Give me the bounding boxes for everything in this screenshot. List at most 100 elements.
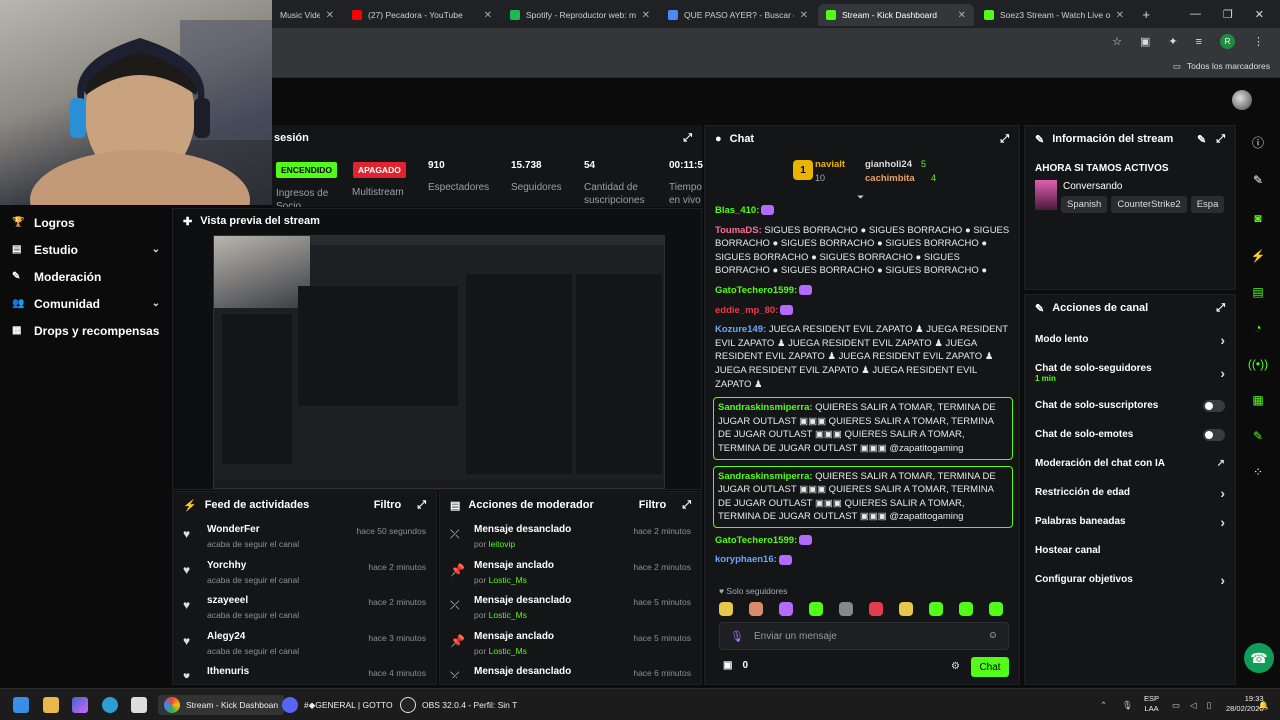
channel-action[interactable]: Configurar objetivos ›: [1025, 565, 1235, 594]
chat-message[interactable]: Blas_410:: [705, 204, 1021, 218]
channel-action[interactable]: Chat de solo-emotes: [1025, 420, 1235, 449]
leader-2-name[interactable]: gianholi24: [865, 159, 912, 170]
puzzle-icon[interactable]: ✦: [1168, 35, 1177, 48]
file-explorer-icon[interactable]: [43, 697, 59, 713]
send-chat-button[interactable]: Chat: [971, 657, 1009, 677]
windows-start-icon[interactable]: [13, 697, 29, 713]
mod-action-item[interactable]: 📌 Mensaje anclado por Lostic_Ms hace 5 minu…: [440, 631, 701, 667]
mod-action-item[interactable]: ⤫ Mensaje desanclado hace 6 minutos: [440, 666, 701, 678]
collapse-icon[interactable]: ⏷: [857, 192, 864, 203]
chat-message[interactable]: GatoTechero1599:: [705, 284, 1021, 298]
channel-action[interactable]: Hostear canal: [1025, 536, 1235, 565]
expand-icon[interactable]: ⤢: [682, 499, 691, 512]
nav-item[interactable]: 🏆 Logros: [0, 209, 172, 236]
expand-icon[interactable]: ⤢: [1216, 302, 1225, 315]
copilot-icon[interactable]: [72, 697, 88, 713]
expand-icon[interactable]: ⤢: [1000, 133, 1009, 146]
chat-message[interactable]: Kozure149: JUEGA RESIDENT EVIL ZAPATO ♟ …: [705, 323, 1021, 391]
feed-item[interactable]: ♥ Yorchhy acaba de seguir el canal hace 2 m…: [173, 560, 436, 596]
nav-item[interactable]: 👥 Comunidad ⌄: [0, 290, 172, 317]
stream-tag[interactable]: CounterStrike2: [1111, 196, 1187, 213]
chat-username[interactable]: koryphaen16:: [715, 554, 777, 565]
emote-icon[interactable]: [839, 602, 853, 616]
chat-username[interactable]: ToumaDS:: [715, 225, 762, 236]
emote-icon[interactable]: [989, 602, 1003, 616]
chat-username[interactable]: Kozure149:: [715, 324, 766, 335]
feed-item[interactable]: ♥ Ithenuris hace 4 minutos: [173, 666, 436, 678]
info-icon[interactable]: ⓘ: [1238, 127, 1278, 157]
multistream-off-badge[interactable]: APAGADO: [353, 162, 406, 178]
channel-action[interactable]: Restricción de edad ›: [1025, 478, 1235, 507]
grid-icon[interactable]: ▦: [1238, 385, 1278, 415]
avatar[interactable]: R: [1220, 34, 1235, 49]
list-icon[interactable]: ▤: [1238, 277, 1278, 307]
mic-tray-icon[interactable]: 🎙: [1122, 695, 1133, 715]
channel-action[interactable]: Modo lento ›: [1025, 325, 1235, 354]
edit-icon[interactable]: ✎: [1197, 133, 1206, 146]
minimize-icon[interactable]: —: [1190, 8, 1201, 20]
language-indicator[interactable]: ESP LAA: [1144, 694, 1159, 714]
tab-close-icon[interactable]: ✕: [958, 10, 966, 21]
broadcast-icon[interactable]: ((•)): [1238, 349, 1278, 379]
emote-icon[interactable]: [869, 602, 883, 616]
maximize-icon[interactable]: ❐: [1223, 8, 1233, 21]
emote-icon[interactable]: [959, 602, 973, 616]
mod-user[interactable]: Lostic_Ms: [489, 610, 527, 620]
menu-icon[interactable]: ⋮: [1253, 35, 1264, 48]
emote-icon[interactable]: [779, 602, 793, 616]
taskbar-chrome[interactable]: Stream - Kick Dashboan: [158, 695, 285, 715]
chat-username[interactable]: GatoTechero1599:: [715, 535, 797, 546]
nav-item[interactable]: ▤ Estudio ⌄: [0, 236, 172, 263]
mod-user[interactable]: Lostic_Ms: [489, 575, 527, 585]
mod-action-item[interactable]: ⤫ Mensaje desanclado por leitovip hace 2 mi…: [440, 524, 701, 560]
nav-item[interactable]: ✎ Moderación: [0, 263, 172, 290]
feed-filter-button[interactable]: Filtro: [374, 499, 402, 511]
leader-3-name[interactable]: cachimbita: [865, 173, 915, 184]
pencil-icon[interactable]: ✎: [1238, 165, 1278, 195]
emote-icon[interactable]: [809, 602, 823, 616]
notification-icon[interactable]: 🔔: [1258, 695, 1269, 715]
tab-close-icon[interactable]: ✕: [326, 10, 334, 21]
tab-close-icon[interactable]: ✕: [800, 10, 808, 21]
taskbar-discord[interactable]: #◆GENERAL | GOTTO: [282, 695, 393, 715]
nav-item[interactable]: ▦ Drops y recompensas: [0, 317, 172, 344]
browser-tab[interactable]: Stream - Kick Dashboard ✕: [818, 4, 974, 26]
expand-icon[interactable]: ⤢: [417, 499, 426, 512]
expand-icon[interactable]: ⤢: [1216, 133, 1225, 146]
user-avatar[interactable]: [1232, 90, 1252, 110]
chat-message[interactable]: GatoTechero1599:: [705, 534, 1021, 548]
chat-username[interactable]: Blas_410:: [715, 205, 759, 216]
toggle-switch[interactable]: [1203, 399, 1225, 412]
channel-action[interactable]: Palabras baneadas ›: [1025, 507, 1235, 536]
new-tab-button[interactable]: +: [1142, 7, 1150, 22]
mod-user[interactable]: leitovip: [489, 539, 515, 549]
browser-tab[interactable]: Spotify - Reproductor web: mú ✕: [502, 4, 658, 26]
feed-item[interactable]: ♥ szayeeel acaba de seguir el canal hace 2 …: [173, 595, 436, 631]
channel-action[interactable]: Moderación del chat con IA ↗: [1025, 449, 1235, 478]
tab-close-icon[interactable]: ✕: [642, 10, 650, 21]
browser-tab[interactable]: (27) Pecadora - YouTube ✕: [344, 4, 500, 26]
chat-message[interactable]: eddie_mp_80:: [705, 304, 1021, 318]
mod-action-item[interactable]: 📌 Mensaje anclado por Lostic_Ms hace 2 minu…: [440, 560, 701, 596]
chat-username[interactable]: Sandraskinsmiperra:: [718, 402, 813, 413]
edge-icon[interactable]: [102, 697, 118, 713]
chat-message[interactable]: Sandraskinsmiperra: QUIERES SALIR A TOMA…: [713, 465, 1013, 528]
feed-item[interactable]: ♥ WonderFer acaba de seguir el canal hace 5…: [173, 524, 436, 560]
toggle-switch[interactable]: [1203, 428, 1225, 441]
browser-tab[interactable]: Soez3 Stream - Watch Live on ✕: [976, 4, 1132, 26]
media-icon[interactable]: ≡: [1196, 36, 1202, 48]
emote-icon[interactable]: [749, 602, 763, 616]
emote-icon[interactable]: [929, 602, 943, 616]
emoji-icon[interactable]: ☺: [988, 630, 998, 641]
apps-icon[interactable]: ⁘: [1238, 457, 1278, 487]
chat-message[interactable]: koryphaen16:: [705, 553, 1021, 567]
emote-icon[interactable]: [899, 602, 913, 616]
channel-action[interactable]: Chat de solo-seguidores 1 min ›: [1025, 354, 1235, 391]
extension-icon[interactable]: ▣: [1140, 35, 1150, 48]
emote-icon[interactable]: [719, 602, 733, 616]
support-icon[interactable]: ☎: [1244, 643, 1274, 673]
feed-item[interactable]: ♥ Alegy24 acaba de seguir el canal hace 3 m…: [173, 631, 436, 667]
bolt-icon[interactable]: ⚡: [1238, 241, 1278, 271]
stream-preview[interactable]: [213, 235, 665, 489]
channel-action[interactable]: Chat de solo-suscriptores: [1025, 391, 1235, 420]
